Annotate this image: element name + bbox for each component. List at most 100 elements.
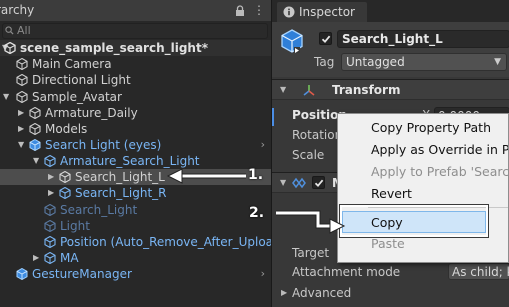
hierarchy-item-sample-avatar[interactable]: ▼ Sample_Avatar	[0, 89, 271, 105]
prefab-child-icon	[59, 187, 71, 199]
prefab-child-icon	[44, 252, 56, 264]
expand-arrow-icon[interactable]: ▼	[280, 173, 286, 193]
hierarchy-item-position[interactable]: Position (Auto_Remove_After_Upload)	[0, 234, 271, 250]
scale-label[interactable]: Scale	[292, 146, 324, 164]
search-icon	[5, 26, 14, 35]
item-label: Armature_Daily	[45, 106, 138, 120]
transform-component-header[interactable]: ▼ Transform	[272, 79, 509, 100]
collapse-arrow-icon[interactable]: ▶	[33, 250, 39, 266]
menu-item-label: Copy Property Path	[371, 120, 492, 135]
gameobject-cube-icon	[29, 123, 41, 135]
prefab-object-icon	[281, 29, 303, 53]
expand-arrow-icon[interactable]: ▼	[3, 89, 9, 105]
prefab-child-icon	[44, 155, 56, 167]
hierarchy-item-main-camera[interactable]: Main Camera	[0, 56, 271, 72]
hierarchy-item-search-light-eyes[interactable]: ▼ Search Light (eyes) ›	[0, 137, 271, 153]
item-label: Search Light (eyes)	[45, 138, 162, 152]
item-label: Armature_Search_Light	[60, 154, 200, 168]
menu-item-apply-override[interactable]: Apply as Override in Pre	[338, 139, 509, 161]
chevron-right-icon[interactable]: ›	[261, 137, 265, 153]
menu-item-revert[interactable]: Revert	[338, 183, 508, 205]
hierarchy-search-bar: All	[0, 22, 271, 41]
prefab-cube-icon	[16, 268, 28, 280]
chevron-right-icon[interactable]: ›	[261, 266, 265, 282]
menu-item-label: Apply to Prefab 'Search	[371, 164, 509, 179]
lock-icon[interactable]	[235, 0, 245, 21]
item-label: Models	[45, 122, 88, 136]
hierarchy-item-directional-light[interactable]: Directional Light	[0, 72, 271, 88]
collapse-arrow-icon[interactable]: ▶	[281, 285, 287, 301]
gameobject-cube-icon	[16, 91, 28, 103]
tag-value: Untagged	[346, 55, 405, 69]
hierarchy-item-light[interactable]: Light	[0, 218, 271, 234]
menu-item-copy-property-path[interactable]: Copy Property Path	[338, 117, 508, 139]
item-label: Position (Auto_Remove_After_Upload)	[60, 235, 271, 249]
hierarchy-item-armature-search-light[interactable]: ▼ Armature_Search_Light	[0, 153, 271, 169]
hierarchy-search-input[interactable]: All	[2, 23, 268, 39]
item-label: Main Camera	[32, 57, 112, 71]
more-options-icon[interactable]: ⋮	[253, 0, 265, 21]
scene-row[interactable]: ▼ scene_sample_search_light*	[0, 40, 271, 56]
item-label: GestureManager	[32, 267, 132, 281]
advanced-foldout[interactable]: Advanced	[292, 284, 351, 302]
prefab-child-icon	[44, 220, 56, 232]
collapse-arrow-icon[interactable]: ▶	[48, 169, 54, 185]
modified-property-marker	[272, 108, 274, 126]
item-label: Light	[60, 219, 90, 233]
menu-item-label: Apply as Override in Pre	[371, 142, 509, 157]
hierarchy-tab-label: rarchy	[0, 3, 35, 17]
menu-item-apply-to-prefab: Apply to Prefab 'Search	[338, 161, 509, 183]
attachment-mode-label: Attachment mode	[292, 265, 401, 279]
hierarchy-item-armature-daily[interactable]: ▶ Armature_Daily	[0, 105, 271, 121]
object-name-field[interactable]: Search_Light_L	[337, 30, 509, 48]
rotation-label[interactable]: Rotation	[292, 126, 342, 144]
active-checkbox[interactable]	[319, 32, 332, 45]
hierarchy-item-search-light-l[interactable]: ▶ Search_Light_L	[0, 169, 271, 185]
scene-name: scene_sample_search_light*	[20, 41, 208, 55]
gameobject-cube-icon	[16, 74, 28, 86]
item-label: Search_Light_R	[75, 186, 167, 200]
transform-title: Transform	[332, 83, 401, 97]
checkmark-icon	[321, 35, 331, 44]
prefab-child-icon	[59, 171, 71, 183]
collapse-arrow-icon[interactable]: ▶	[48, 185, 54, 201]
collapse-arrow-icon[interactable]: ▶	[18, 121, 24, 137]
info-icon	[283, 6, 295, 18]
tag-dropdown[interactable]: Untagged ▼	[341, 53, 507, 71]
annotation-highlight-box	[340, 205, 488, 237]
item-label: Search_Light	[60, 203, 138, 217]
collapse-arrow-icon[interactable]: ▶	[18, 105, 24, 121]
hierarchy-item-search-light-r[interactable]: ▶ Search_Light_R	[0, 185, 271, 201]
dropdown-arrow-icon: ▼	[494, 57, 501, 67]
inspector-tab-label: Inspector	[299, 5, 355, 19]
expand-arrow-icon[interactable]: ▼	[280, 80, 286, 100]
step-1-label: 1.	[248, 167, 264, 183]
attachment-mode-value: As child; k	[452, 265, 509, 279]
item-label: Sample_Avatar	[32, 90, 122, 104]
menu-item-label: Revert	[371, 186, 412, 201]
inspector-header: Search_Light_L Tag Untagged ▼	[272, 22, 509, 77]
gameobject-cube-icon	[16, 58, 28, 70]
hierarchy-item-gesture-manager[interactable]: GestureManager ›	[0, 266, 271, 282]
attachment-mode-dropdown[interactable]: As child; k	[448, 263, 509, 280]
search-placeholder: All	[17, 24, 31, 37]
gameobject-cube-icon	[29, 107, 41, 119]
script-component-icon	[292, 177, 306, 189]
expand-arrow-icon[interactable]: ▼	[33, 153, 39, 169]
prefab-child-icon	[44, 204, 56, 216]
hierarchy-panel: rarchy ⋮ All ▼ scene_sample_search_light…	[0, 0, 271, 307]
target-label: Target	[292, 246, 330, 260]
hierarchy-item-ma[interactable]: ▶ MA	[0, 250, 271, 266]
component-enabled-checkbox[interactable]	[312, 176, 325, 189]
hierarchy-item-models[interactable]: ▶ Models	[0, 121, 271, 137]
inspector-tab-bar: Inspector	[272, 0, 509, 22]
step-2-label: 2.	[249, 205, 265, 221]
inspector-tab[interactable]: Inspector	[277, 2, 367, 22]
checkmark-icon	[314, 179, 324, 188]
expand-arrow-icon[interactable]: ▼	[18, 137, 24, 153]
tag-label: Tag	[314, 55, 335, 69]
hierarchy-item-search-light[interactable]: Search_Light	[0, 202, 271, 218]
item-label: MA	[60, 251, 79, 265]
context-menu: Copy Property Path Apply as Override in …	[337, 113, 509, 263]
hierarchy-tab[interactable]: rarchy	[0, 0, 271, 21]
